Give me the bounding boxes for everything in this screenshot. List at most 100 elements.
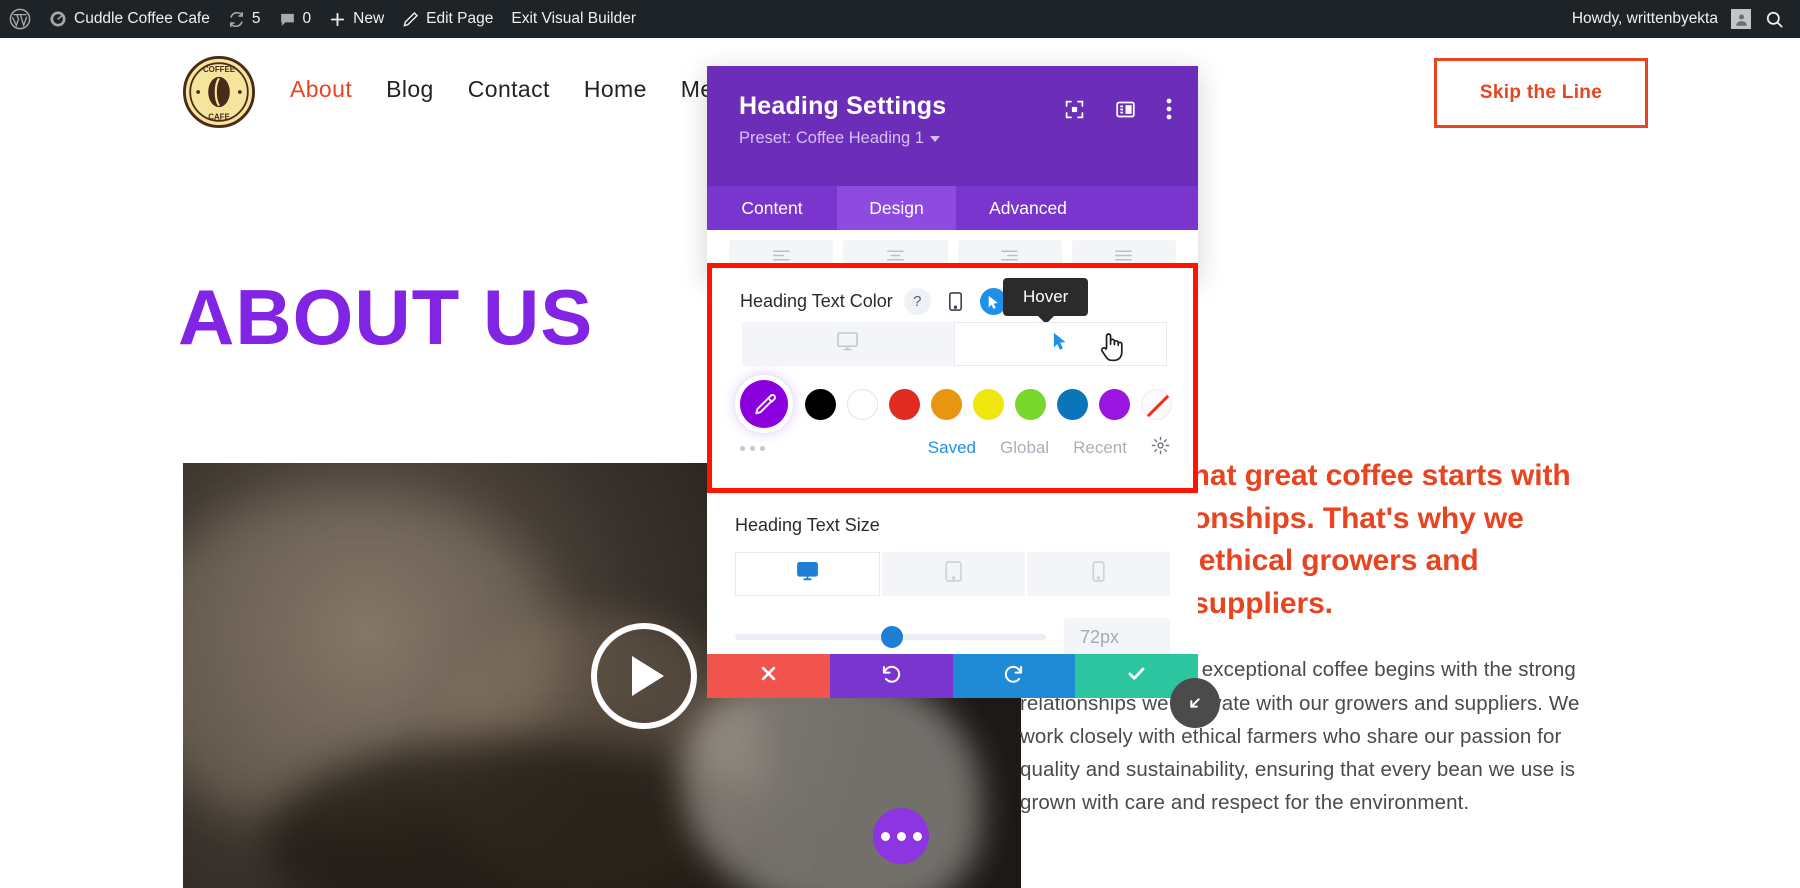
more-dots-icon bbox=[880, 831, 890, 841]
swatch-white[interactable] bbox=[847, 388, 878, 420]
size-input-value: 72px bbox=[1080, 626, 1120, 647]
palette-footer: Saved Global Recent bbox=[740, 436, 1170, 460]
nav-item-about[interactable]: About bbox=[290, 76, 352, 103]
tab-advanced[interactable]: Advanced bbox=[956, 186, 1100, 230]
swatch-blue[interactable] bbox=[1057, 388, 1088, 420]
play-triangle bbox=[631, 655, 664, 696]
heading-settings-modal: Heading Settings Preset: Coffee Heading … bbox=[707, 66, 1198, 278]
comment-bubble-icon bbox=[279, 11, 296, 28]
admin-bar-wordpress-logo[interactable] bbox=[0, 0, 40, 38]
size-slider-row: 72px bbox=[735, 618, 1170, 656]
swatch-yellow[interactable] bbox=[973, 388, 1004, 420]
mouse-pointer-hand-icon bbox=[1099, 331, 1126, 367]
palette-tab-recent[interactable]: Recent bbox=[1073, 438, 1127, 458]
swatch-black[interactable] bbox=[805, 388, 836, 420]
svg-text:CAFE: CAFE bbox=[208, 112, 230, 121]
svg-text:COFFEE: COFFEE bbox=[203, 65, 235, 74]
more-dots-icon[interactable] bbox=[740, 445, 765, 451]
dashboard-icon bbox=[49, 10, 67, 28]
admin-bar-new[interactable]: New bbox=[320, 0, 393, 38]
pencil-icon bbox=[402, 11, 419, 28]
vertical-dots-icon[interactable] bbox=[1166, 98, 1172, 125]
admin-bar-updates[interactable]: 5 bbox=[219, 0, 270, 38]
admin-bar-search-button[interactable] bbox=[1755, 0, 1800, 38]
size-input[interactable]: 72px bbox=[1064, 618, 1170, 656]
wp-admin-bar: Cuddle Coffee Cafe 5 0 New Edit Page Exi… bbox=[0, 0, 1800, 38]
question-mark-icon[interactable]: ? bbox=[903, 288, 931, 315]
admin-bar-updates-count: 5 bbox=[251, 10, 261, 27]
skip-the-line-button[interactable]: Skip the Line bbox=[1434, 58, 1648, 128]
plus-icon bbox=[329, 11, 346, 28]
site-logo[interactable]: COFFEE CAFE bbox=[183, 56, 255, 128]
admin-bar-edit-page-label: Edit Page bbox=[426, 10, 494, 27]
play-icon[interactable] bbox=[590, 622, 697, 729]
nav-item-contact[interactable]: Contact bbox=[468, 76, 550, 103]
modal-preset-label: Preset: Coffee Heading 1 bbox=[739, 129, 924, 147]
swatch-orange[interactable] bbox=[931, 388, 962, 420]
device-tab-mobile[interactable] bbox=[1027, 552, 1170, 596]
device-tab-tablet[interactable] bbox=[882, 552, 1025, 596]
swatch-purple[interactable] bbox=[1099, 388, 1130, 420]
admin-bar-howdy-label: Howdy, writtenbyekta bbox=[1571, 10, 1718, 27]
admin-bar-exit-visual-builder-label: Exit Visual Builder bbox=[511, 10, 636, 27]
admin-bar-site-name[interactable]: Cuddle Coffee Cafe bbox=[40, 0, 219, 38]
heading-text-size-control: Heading Text Size 72px bbox=[707, 493, 1198, 656]
swatch-green[interactable] bbox=[1015, 388, 1046, 420]
admin-bar-new-label: New bbox=[353, 10, 385, 27]
updates-icon bbox=[228, 11, 245, 28]
hover-tooltip-label: Hover bbox=[1023, 287, 1069, 306]
swatch-none[interactable] bbox=[1141, 388, 1172, 420]
tab-design[interactable]: Design bbox=[837, 186, 956, 230]
tablet-icon bbox=[945, 561, 962, 587]
panel-layout-icon[interactable] bbox=[1115, 99, 1136, 125]
redo-button[interactable] bbox=[952, 654, 1076, 698]
admin-bar-comments[interactable]: 0 bbox=[270, 0, 321, 38]
heading-text-color-highlight: Heading Text Color ? Hover Saved Global … bbox=[707, 263, 1198, 493]
palette-tab-saved[interactable]: Saved bbox=[928, 438, 976, 458]
admin-bar-site-name-label: Cuddle Coffee Cafe bbox=[74, 10, 210, 27]
mobile-device-icon bbox=[1092, 561, 1105, 587]
slider-handle[interactable] bbox=[881, 626, 904, 648]
palette-tab-global[interactable]: Global bbox=[1000, 438, 1049, 458]
swatch-red[interactable] bbox=[889, 388, 920, 420]
modal-action-bar bbox=[707, 654, 1198, 698]
palette-tabs: Saved Global Recent bbox=[928, 436, 1170, 460]
page-title: ABOUT US bbox=[178, 273, 594, 361]
redo-icon bbox=[1003, 663, 1024, 689]
heading-text-color-label: Heading Text Color bbox=[740, 291, 893, 311]
desktop-monitor-icon bbox=[837, 332, 859, 356]
desktop-monitor-icon bbox=[797, 562, 818, 586]
focus-frame-icon[interactable] bbox=[1064, 99, 1085, 125]
tab-content[interactable]: Content bbox=[707, 186, 837, 230]
video-thumbnail-shape bbox=[681, 668, 981, 888]
nav-item-home[interactable]: Home bbox=[584, 76, 647, 103]
state-tab-desktop[interactable] bbox=[742, 322, 954, 366]
size-slider[interactable] bbox=[735, 626, 1046, 648]
nav-item-blog[interactable]: Blog bbox=[386, 76, 434, 103]
skip-the-line-label: Skip the Line bbox=[1479, 82, 1603, 103]
cursor-arrow-icon bbox=[1052, 332, 1068, 356]
main-navigation: About Blog Contact Home Menu bbox=[290, 76, 740, 103]
heading-text-size-label: Heading Text Size bbox=[735, 515, 880, 535]
modal-preset-selector[interactable]: Preset: Coffee Heading 1 bbox=[739, 129, 1176, 148]
gear-icon[interactable] bbox=[1151, 436, 1170, 460]
more-dots-icon bbox=[912, 831, 922, 841]
chevron-down-icon bbox=[929, 135, 940, 142]
resize-diagonal-icon[interactable] bbox=[1170, 678, 1220, 728]
checkmark-icon bbox=[1126, 663, 1147, 689]
admin-bar-edit-page[interactable]: Edit Page bbox=[393, 0, 502, 38]
mobile-device-icon[interactable] bbox=[942, 288, 969, 315]
modal-header: Heading Settings Preset: Coffee Heading … bbox=[707, 66, 1198, 186]
state-tab-hover[interactable] bbox=[953, 322, 1167, 366]
cancel-button[interactable] bbox=[707, 654, 830, 698]
undo-button[interactable] bbox=[829, 654, 953, 698]
admin-bar-comments-count: 0 bbox=[302, 10, 312, 27]
admin-bar-exit-visual-builder[interactable]: Exit Visual Builder bbox=[502, 0, 645, 38]
modal-tabs: Content Design Advanced bbox=[707, 186, 1198, 230]
module-options-fab-button[interactable] bbox=[873, 808, 929, 864]
size-device-tabs bbox=[735, 552, 1170, 596]
device-tab-desktop[interactable] bbox=[735, 552, 880, 596]
admin-bar-account[interactable]: Howdy, writtenbyekta bbox=[1563, 0, 1755, 38]
wordpress-logo-icon bbox=[9, 8, 31, 30]
eyedropper-icon[interactable] bbox=[740, 380, 788, 428]
